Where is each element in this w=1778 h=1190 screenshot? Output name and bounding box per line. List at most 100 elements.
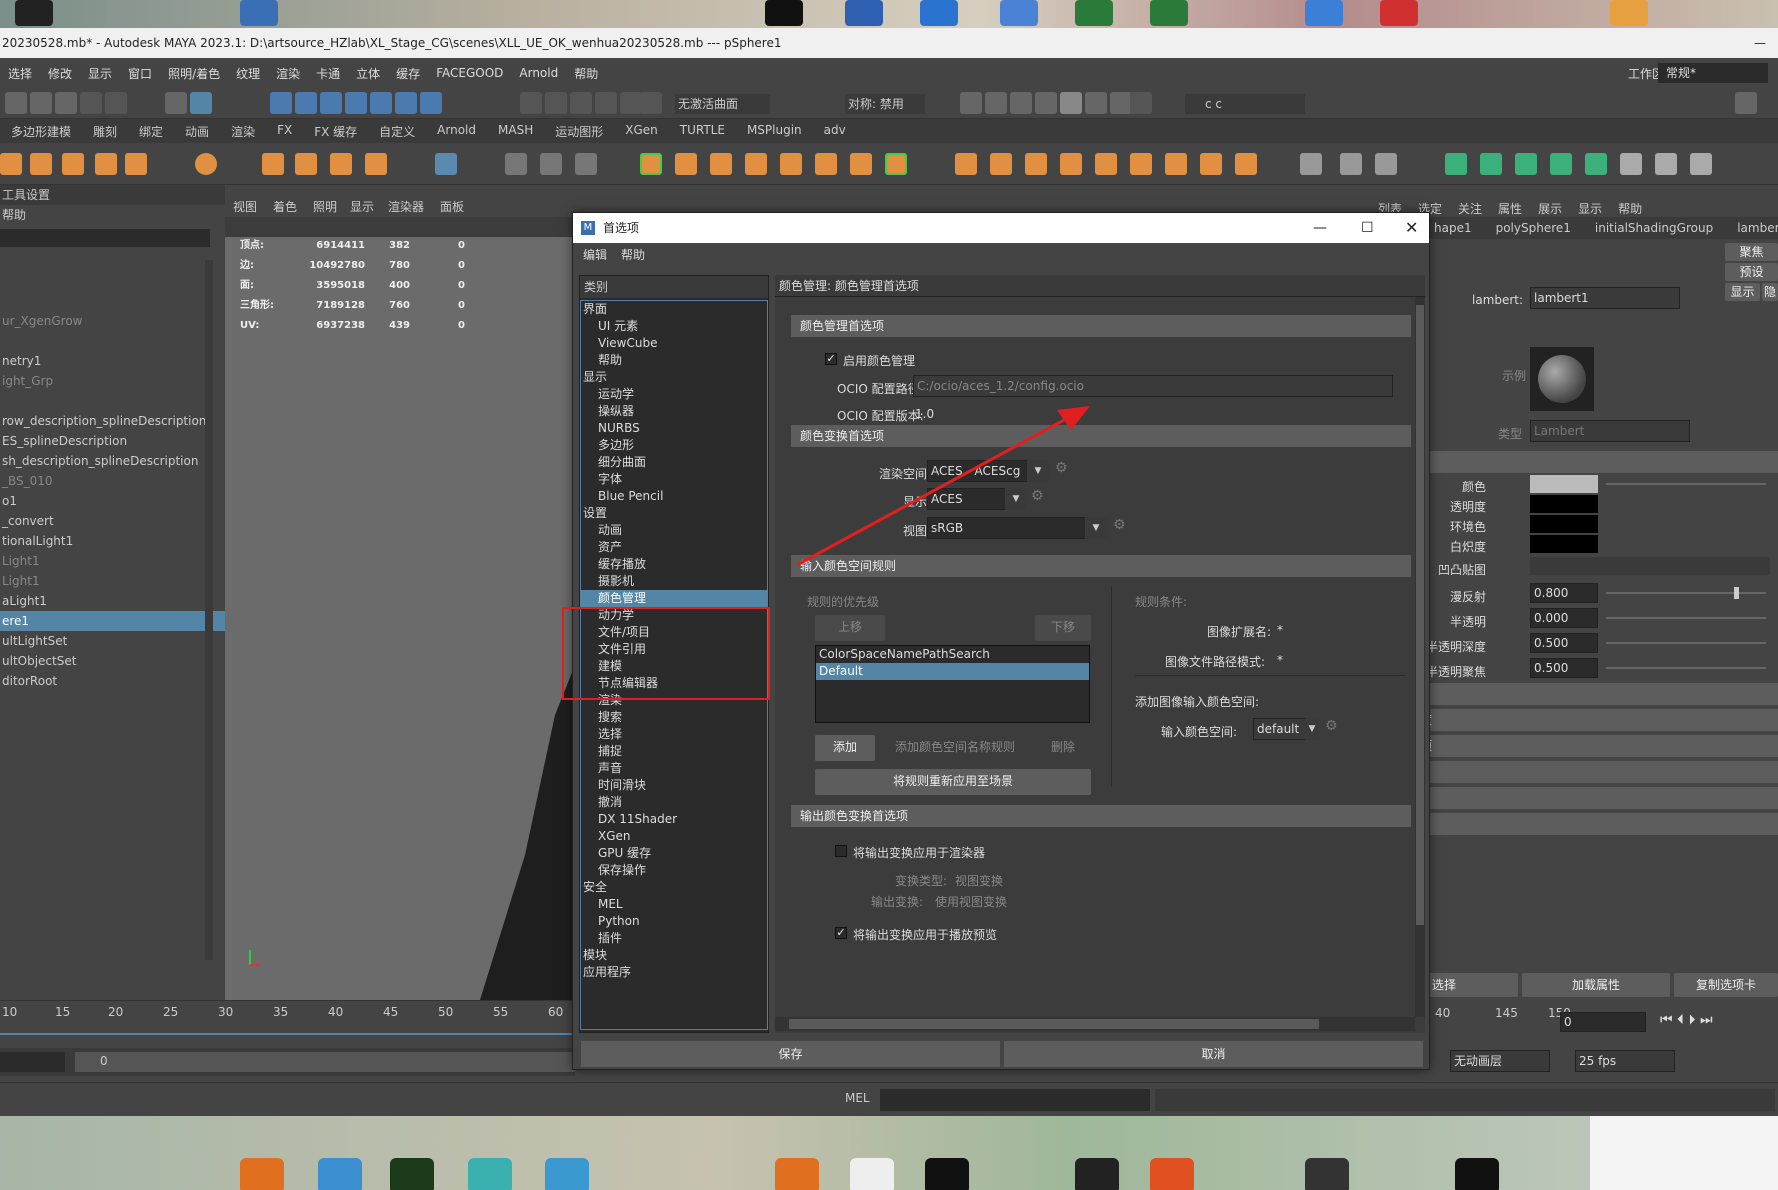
shelf-tool-icon[interactable]	[1585, 153, 1607, 175]
range-start-field[interactable]	[0, 1052, 65, 1072]
shelf-tool-icon[interactable]	[1300, 153, 1322, 175]
taskbar-app-icon[interactable]	[1455, 1158, 1499, 1190]
material-attrs-section[interactable]: 材质属性	[1370, 451, 1778, 473]
app-icon[interactable]	[920, 0, 958, 26]
category-item[interactable]: 资产	[581, 539, 767, 556]
category-item[interactable]: UI 元素	[581, 318, 767, 335]
outliner-item[interactable]	[0, 251, 225, 271]
category-item[interactable]: 声音	[581, 760, 767, 777]
category-item[interactable]: 插件	[581, 930, 767, 947]
translucence-depth-field[interactable]: 0.500	[1530, 633, 1598, 653]
sidebar-toggle-icon[interactable]	[1735, 92, 1757, 114]
category-item[interactable]: 模块	[581, 947, 767, 964]
apply-playblast-checkbox[interactable]: ✓	[835, 927, 847, 939]
delete-button[interactable]: 删除	[1035, 735, 1091, 761]
snap-center-icon[interactable]	[420, 92, 442, 114]
symmetry-field[interactable]: 对称: 禁用	[845, 94, 925, 114]
app-icon[interactable]	[1305, 0, 1343, 26]
dialog-menu-item[interactable]: 编辑	[583, 246, 607, 263]
snap-curve-icon[interactable]	[295, 92, 317, 114]
attr-tab[interactable]: hape1	[1434, 217, 1472, 239]
shelf-tool-icon[interactable]	[990, 153, 1012, 175]
attr-tab[interactable]: initialShadingGroup	[1595, 217, 1713, 239]
enable-color-management-checkbox[interactable]: ✓	[825, 353, 837, 365]
category-item[interactable]: 字体	[581, 471, 767, 488]
new-scene-icon[interactable]	[5, 92, 27, 114]
app-icon[interactable]	[1075, 0, 1113, 26]
shelf-tool-icon[interactable]	[1480, 153, 1502, 175]
outliner-item[interactable]	[0, 391, 225, 411]
chevron-down-icon[interactable]: ▼	[1305, 718, 1319, 740]
reapply-rules-button[interactable]: 将规则重新应用至场景	[815, 769, 1091, 795]
shelf-tab[interactable]: FX 缓存	[303, 119, 368, 143]
outliner-item[interactable]: tionalLight1	[0, 531, 225, 551]
shelf-tool-icon[interactable]	[885, 153, 907, 175]
shelf-tool-icon[interactable]	[1445, 153, 1467, 175]
shelf-tab[interactable]: 动画	[174, 119, 220, 143]
category-item[interactable]: XGen	[581, 828, 767, 845]
shelf-tab[interactable]: Arnold	[426, 119, 487, 143]
menu-item[interactable]: 渲染	[268, 65, 308, 82]
menu-item[interactable]: 纹理	[228, 65, 268, 82]
slider-track[interactable]	[1606, 642, 1766, 644]
apply-renderer-checkbox[interactable]	[835, 845, 847, 857]
category-item[interactable]: 捕捉	[581, 743, 767, 760]
material-name-field[interactable]: lambert1	[1530, 287, 1680, 309]
category-item[interactable]: 安全	[581, 879, 767, 896]
load-attributes-button[interactable]: 加载属性	[1522, 973, 1670, 997]
menu-item[interactable]: 立体	[348, 65, 388, 82]
shelf-tool-icon[interactable]	[62, 153, 84, 175]
shelf-tab[interactable]: 自定义	[368, 119, 426, 143]
ambient-swatch[interactable]	[1530, 515, 1598, 533]
shelf-tool-icon[interactable]	[640, 153, 662, 175]
shelf-tool-icon[interactable]	[1550, 153, 1572, 175]
shelf-tool-icon[interactable]	[1025, 153, 1047, 175]
type-select[interactable]: Lambert	[1530, 420, 1690, 442]
outliner-item[interactable]: Light1	[0, 551, 225, 571]
shelf-tool-icon[interactable]	[1515, 153, 1537, 175]
render-sequence-icon[interactable]	[1010, 92, 1032, 114]
outliner-item[interactable]: aLight1	[0, 591, 225, 611]
time-slider[interactable]: 10 15 20 25 30 35 40 45 50 55 60	[0, 1000, 575, 1036]
save-button[interactable]: 保存	[581, 1041, 1000, 1067]
rule-item-selected[interactable]: Default	[816, 663, 1089, 680]
outliner-item[interactable]: ight_Grp	[0, 371, 225, 391]
history-icon[interactable]	[520, 92, 542, 114]
taskbar-app-icon[interactable]	[775, 1158, 819, 1190]
shelf-tool-icon[interactable]	[675, 153, 697, 175]
diffuse-slider-handle[interactable]	[1734, 587, 1739, 599]
shelf-tool-icon[interactable]	[30, 153, 52, 175]
open-scene-icon[interactable]	[30, 92, 52, 114]
shelf-tool-icon[interactable]	[1375, 153, 1397, 175]
app-icon[interactable]	[15, 0, 53, 26]
taskbar-app-icon[interactable]	[850, 1158, 894, 1190]
add-button[interactable]: 添加	[815, 735, 875, 761]
range-slider[interactable]: 0	[0, 1048, 575, 1076]
show-button[interactable]: 显示	[1725, 283, 1760, 301]
outliner-item[interactable]: o1	[0, 491, 225, 511]
shelf-tool-icon[interactable]	[1060, 153, 1082, 175]
menu-item[interactable]: 帮助	[566, 65, 606, 82]
shelf-tool-icon[interactable]	[850, 153, 872, 175]
taskbar-app-icon[interactable]	[318, 1158, 362, 1190]
horizontal-scrollbar[interactable]	[775, 1017, 1415, 1031]
playback-buttons-icon[interactable]: ⏮ ⏴ ⏵ ⏭	[1660, 1012, 1713, 1028]
command-input[interactable]	[880, 1089, 1150, 1111]
workspace-select[interactable]: 常规*	[1658, 63, 1768, 83]
category-item[interactable]: 多边形	[581, 437, 767, 454]
app-icon[interactable]	[1150, 0, 1188, 26]
category-item[interactable]: Blue Pencil	[581, 488, 767, 505]
svg-tool-icon[interactable]	[365, 153, 387, 175]
anim-layer-field[interactable]: 无动画层	[1450, 1050, 1550, 1072]
taskbar-app-icon[interactable]	[468, 1158, 512, 1190]
slider-track[interactable]	[1606, 483, 1766, 485]
current-frame-field[interactable]: 0	[1560, 1012, 1646, 1032]
outliner-item[interactable]: sh_description_splineDescription	[0, 451, 225, 471]
category-item[interactable]: 操纵器	[581, 403, 767, 420]
shelf-tab[interactable]: adv	[813, 119, 857, 143]
outliner-item[interactable]	[0, 271, 225, 291]
category-item[interactable]: NURBS	[581, 420, 767, 437]
shelf-tool-icon[interactable]	[195, 153, 217, 175]
outliner-item[interactable]	[0, 291, 225, 311]
hide-button[interactable]: 隐	[1762, 283, 1778, 301]
